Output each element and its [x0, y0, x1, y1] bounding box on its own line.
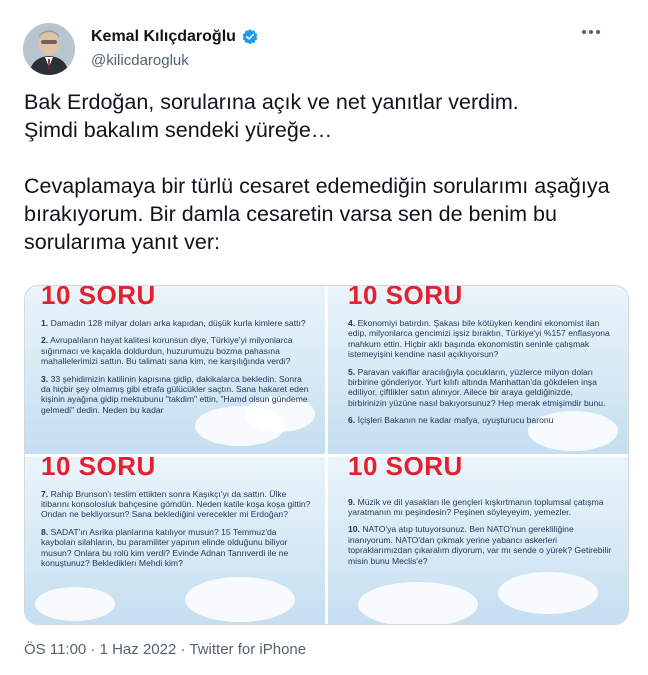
- media-panel-2[interactable]: 10 SORU 4. Ekonomiyi batırdın. Şakası bi…: [328, 286, 628, 454]
- question-item: 7. Rahip Brunson'ı teslim ettikten sonra…: [41, 488, 311, 520]
- question-item: 5. Paravan vakıflar aracılığıyla çocukla…: [348, 366, 606, 408]
- author-name-row[interactable]: Kemal Kılıçdaroğlu: [91, 28, 259, 46]
- question-item: 3. 33 şehidimizin katilinin kapısına gid…: [41, 373, 309, 415]
- panel-questions: 1. Damadın 128 milyar doları arka kapıda…: [41, 318, 311, 422]
- question-item: 6. İçişleri Bakanın ne kadar mafya, uyuş…: [348, 415, 554, 426]
- panel-questions: 4. Ekonomiyi batırdın. Şakası bile kötüy…: [348, 318, 614, 433]
- avatar-image: [23, 23, 75, 75]
- panel-title: 10 SORU: [41, 286, 156, 310]
- avatar[interactable]: [23, 23, 75, 75]
- panel-questions: 7. Rahip Brunson'ı teslim ettikten sonra…: [41, 489, 311, 576]
- tweet-text: Bak Erdoğan, sorularına açık ve net yanı…: [24, 90, 610, 254]
- question-item: 8. SADAT'ın Asrika planlarına katılıyor …: [41, 526, 289, 568]
- tweet-timestamp[interactable]: ÖS 11:00 · 1 Haz 2022 · Twitter for iPho…: [24, 641, 306, 658]
- more-options-icon[interactable]: [582, 30, 600, 34]
- panel-title: 10 SORU: [348, 286, 463, 310]
- author-name[interactable]: Kemal Kılıçdaroğlu: [91, 28, 236, 46]
- question-item: 9. Müzik ve dil yasakları ile gençleri k…: [348, 496, 604, 517]
- tweet-media[interactable]: 10 SORU 1. Damadın 128 milyar doları ark…: [24, 285, 629, 625]
- author-handle[interactable]: @kilicdarogluk: [91, 52, 189, 69]
- question-item: 1. Damadın 128 milyar doları arka kapıda…: [41, 318, 306, 328]
- panel-title: 10 SORU: [41, 456, 156, 481]
- verified-badge-icon: [242, 29, 258, 45]
- question-item: 4. Ekonomiyi batırdın. Şakası bile kötüy…: [348, 318, 610, 360]
- media-panel-1[interactable]: 10 SORU 1. Damadın 128 milyar doları ark…: [25, 286, 325, 454]
- panel-questions: 9. Müzik ve dil yasakları ile gençleri k…: [348, 497, 614, 573]
- question-item: 2. Avrupalıların hayat kalitesi korunsun…: [41, 335, 293, 367]
- media-panel-3[interactable]: 10 SORU 7. Rahip Brunson'ı teslim ettikt…: [25, 456, 325, 624]
- media-panel-4[interactable]: 10 SORU 9. Müzik ve dil yasakları ile ge…: [328, 456, 628, 624]
- question-item: 10. NATO'ya atıp tutuyorsunuz. Ben NATO'…: [348, 524, 612, 566]
- panel-title: 10 SORU: [348, 456, 463, 481]
